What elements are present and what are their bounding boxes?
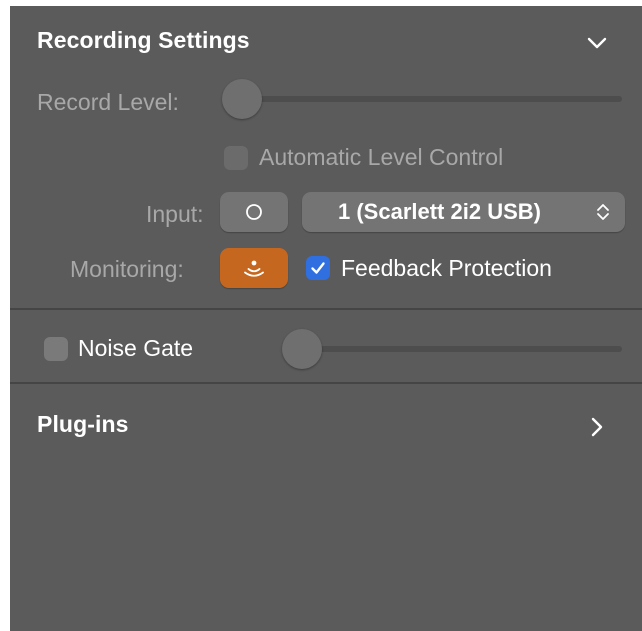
recording-settings-title: Recording Settings bbox=[37, 27, 250, 53]
section-divider bbox=[10, 382, 642, 384]
noise-gate-slider-knob[interactable] bbox=[282, 329, 322, 369]
record-level-slider-knob[interactable] bbox=[222, 79, 262, 119]
plugins-title: Plug-ins bbox=[37, 411, 129, 437]
input-device-select[interactable]: 1 (Scarlett 2i2 USB) bbox=[302, 192, 625, 232]
monitoring-waves-icon bbox=[244, 260, 264, 277]
checkmark-icon bbox=[311, 262, 325, 274]
chevron-right-icon[interactable] bbox=[585, 415, 609, 439]
monitoring-label: Monitoring: bbox=[70, 256, 184, 282]
section-divider bbox=[10, 308, 642, 310]
noise-gate-checkbox[interactable] bbox=[44, 337, 68, 361]
automatic-level-control-label: Automatic Level Control bbox=[259, 144, 504, 170]
plugins-header[interactable]: Plug-ins bbox=[10, 396, 642, 456]
feedback-protection-label: Feedback Protection bbox=[341, 255, 552, 281]
input-device-value: 1 (Scarlett 2i2 USB) bbox=[338, 199, 541, 224]
record-level-slider[interactable] bbox=[222, 96, 622, 102]
automatic-level-control-checkbox[interactable] bbox=[224, 146, 248, 170]
record-level-label: Record Level: bbox=[37, 89, 179, 115]
monitoring-button[interactable] bbox=[220, 248, 288, 288]
mono-stereo-button[interactable] bbox=[220, 192, 288, 232]
feedback-protection-checkbox[interactable] bbox=[306, 256, 330, 280]
noise-gate-label: Noise Gate bbox=[78, 335, 194, 361]
noise-gate-slider[interactable] bbox=[282, 346, 622, 352]
chevron-down-icon[interactable] bbox=[585, 31, 609, 55]
recording-settings-header[interactable]: Recording Settings bbox=[10, 6, 642, 66]
recording-settings-panel: Recording Settings Record Level: Automat… bbox=[10, 6, 642, 631]
input-label: Input: bbox=[146, 201, 204, 227]
mono-circle-icon bbox=[246, 204, 262, 220]
up-down-chevron-icon bbox=[597, 204, 609, 220]
